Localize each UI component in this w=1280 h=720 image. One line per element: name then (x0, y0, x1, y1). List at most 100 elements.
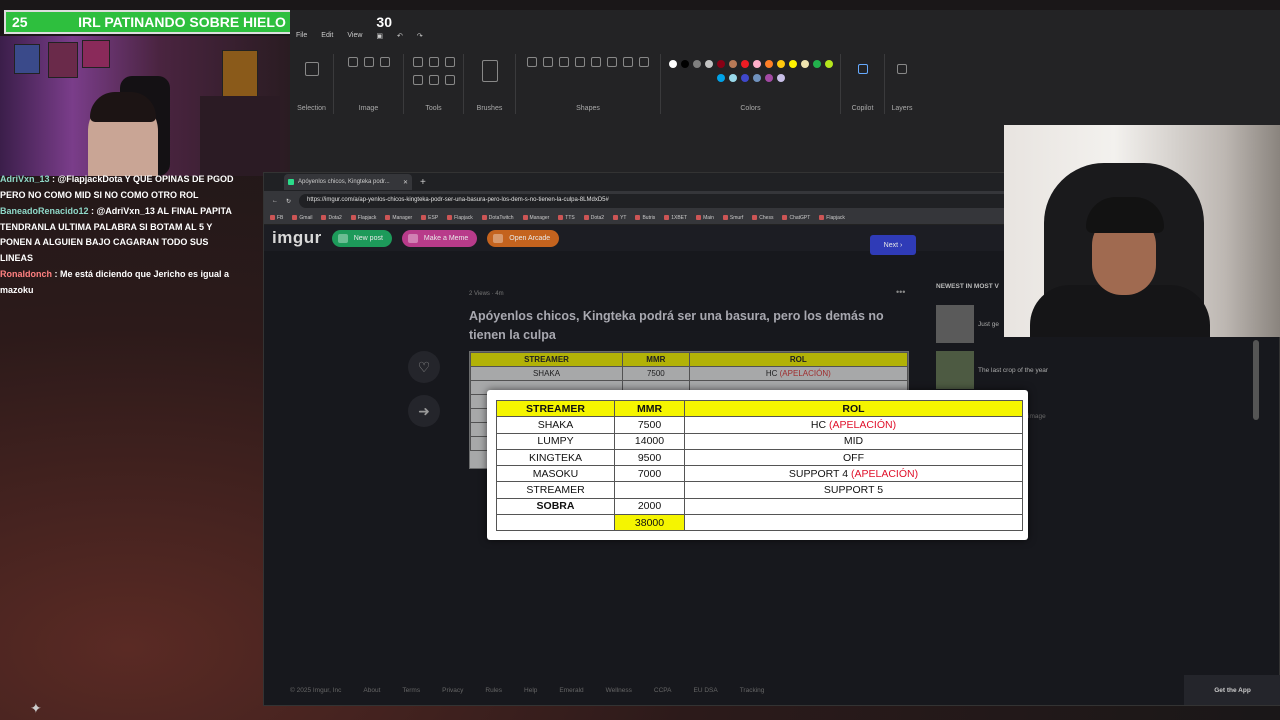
bookmark-item[interactable]: Manager (523, 215, 550, 221)
group-image[interactable]: Image (334, 54, 404, 114)
back-icon[interactable]: ← (272, 198, 278, 204)
footer-link[interactable]: CCPA (654, 687, 672, 694)
bookmark-item[interactable]: Dota2 (321, 215, 341, 221)
fill-icon[interactable] (428, 57, 439, 67)
shape-icon[interactable] (623, 57, 633, 67)
next-button[interactable]: Next › (870, 235, 916, 255)
bookmark-item[interactable]: DotaTwitch (482, 215, 514, 221)
menu-file[interactable]: File (296, 32, 307, 40)
bookmark-item[interactable]: Chess (752, 215, 773, 221)
footer-link[interactable]: Rules (485, 687, 502, 694)
shape-icon[interactable] (607, 57, 617, 67)
color-swatch[interactable] (752, 60, 761, 68)
eraser-icon[interactable] (412, 75, 423, 85)
color-swatch[interactable] (740, 74, 749, 82)
shape-icon[interactable] (591, 57, 601, 67)
close-tab-icon[interactable]: ✕ (403, 179, 408, 186)
color-swatch[interactable] (668, 60, 677, 68)
color-swatch[interactable] (764, 60, 773, 68)
undo-icon[interactable]: ↶ (397, 32, 403, 40)
color-swatch[interactable] (728, 60, 737, 68)
bookmark-item[interactable]: Flapjack (351, 215, 377, 221)
brush-icon[interactable] (481, 60, 498, 82)
imgur-logo[interactable]: imgur (272, 228, 322, 248)
group-colors[interactable]: Colors (661, 54, 841, 114)
color-swatch[interactable] (776, 60, 785, 68)
shape-icon[interactable] (527, 57, 537, 67)
color-swatch[interactable] (812, 60, 821, 68)
bookmark-item[interactable]: Gmail (292, 215, 312, 221)
side-post-title[interactable]: Just ge (978, 321, 999, 328)
group-brushes[interactable]: Brushes (464, 54, 516, 114)
new-tab-icon[interactable]: + (420, 177, 426, 188)
share-arrow-icon[interactable]: ➜ (408, 395, 440, 427)
color-swatch[interactable] (680, 60, 689, 68)
bookmark-item[interactable]: YT (613, 215, 626, 221)
color-swatch[interactable] (788, 60, 797, 68)
bookmark-item[interactable]: Smurf (723, 215, 743, 221)
side-post-thumbnail[interactable] (936, 305, 974, 343)
pencil-icon[interactable] (412, 57, 423, 67)
bookmark-item[interactable]: ESP (421, 215, 438, 221)
shape-icon[interactable] (543, 57, 553, 67)
magnifier-icon[interactable] (444, 75, 455, 85)
shape-icon[interactable] (559, 57, 569, 67)
footer-link[interactable]: Tracking (740, 687, 765, 694)
side-post-title[interactable]: image (1028, 413, 1046, 420)
color-swatch[interactable] (800, 60, 809, 68)
text-icon[interactable] (444, 57, 455, 67)
bookmark-item[interactable]: Flapjack (819, 215, 845, 221)
side-post-thumbnail[interactable] (936, 351, 974, 389)
color-picker-icon[interactable] (428, 75, 439, 85)
footer-link[interactable]: Wellness (606, 687, 632, 694)
color-swatch[interactable] (752, 74, 761, 82)
favorite-heart-icon[interactable]: ♡ (408, 351, 440, 383)
footer-link[interactable]: Help (524, 687, 537, 694)
bookmark-item[interactable]: TTS (558, 215, 574, 221)
get-app-button[interactable]: Get the App (1184, 675, 1280, 705)
resize-icon[interactable] (363, 57, 374, 67)
footer-link[interactable]: About (363, 687, 380, 694)
open-arcade-button[interactable]: Open Arcade (487, 229, 560, 247)
bookmark-item[interactable]: Main (696, 215, 714, 221)
make-meme-button[interactable]: Make a Meme (401, 229, 478, 247)
color-swatch[interactable] (716, 74, 725, 82)
color-swatch[interactable] (824, 60, 833, 68)
group-selection[interactable]: Selection (290, 54, 334, 114)
color-swatch[interactable] (740, 60, 749, 68)
color-palette[interactable] (661, 58, 840, 86)
selection-icon[interactable] (304, 62, 319, 76)
save-icon[interactable]: ▣ (376, 32, 383, 40)
menu-view[interactable]: View (347, 32, 362, 40)
color-swatch[interactable] (692, 60, 701, 68)
color-swatch[interactable] (704, 60, 713, 68)
footer-link[interactable]: Privacy (442, 687, 463, 694)
footer-link[interactable]: EU DSA (693, 687, 717, 694)
color-swatch[interactable] (776, 74, 785, 82)
shape-icon[interactable] (575, 57, 585, 67)
bookmark-item[interactable]: Dota2 (584, 215, 604, 221)
scrollbar[interactable] (1253, 340, 1259, 420)
redo-icon[interactable]: ↷ (417, 32, 423, 40)
group-layers[interactable]: Layers (885, 54, 919, 114)
new-post-button[interactable]: New post (331, 229, 392, 247)
footer-link[interactable]: Emerald (559, 687, 583, 694)
footer-link[interactable]: Terms (402, 687, 420, 694)
shape-icon[interactable] (639, 57, 649, 67)
bookmark-item[interactable]: ChatGPT (782, 215, 810, 221)
rotate-icon[interactable] (379, 57, 390, 67)
group-copilot[interactable]: Copilot (841, 54, 885, 114)
menu-edit[interactable]: Edit (321, 32, 333, 40)
group-tools[interactable]: Tools (404, 54, 464, 114)
bookmark-item[interactable]: 1XBET (664, 215, 687, 221)
browser-tab[interactable]: Apóyenlos chicos, Kingteka podr... ✕ (284, 174, 412, 190)
bookmark-item[interactable]: Butris (635, 215, 655, 221)
copilot-icon[interactable] (857, 64, 868, 74)
bookmark-item[interactable]: Flapjack (447, 215, 473, 221)
group-shapes[interactable]: Shapes (516, 54, 661, 114)
bookmark-item[interactable]: Manager (385, 215, 412, 221)
reload-icon[interactable]: ↻ (286, 198, 291, 205)
bookmark-item[interactable]: FB (270, 215, 283, 221)
color-swatch[interactable] (716, 60, 725, 68)
color-swatch[interactable] (764, 74, 773, 82)
